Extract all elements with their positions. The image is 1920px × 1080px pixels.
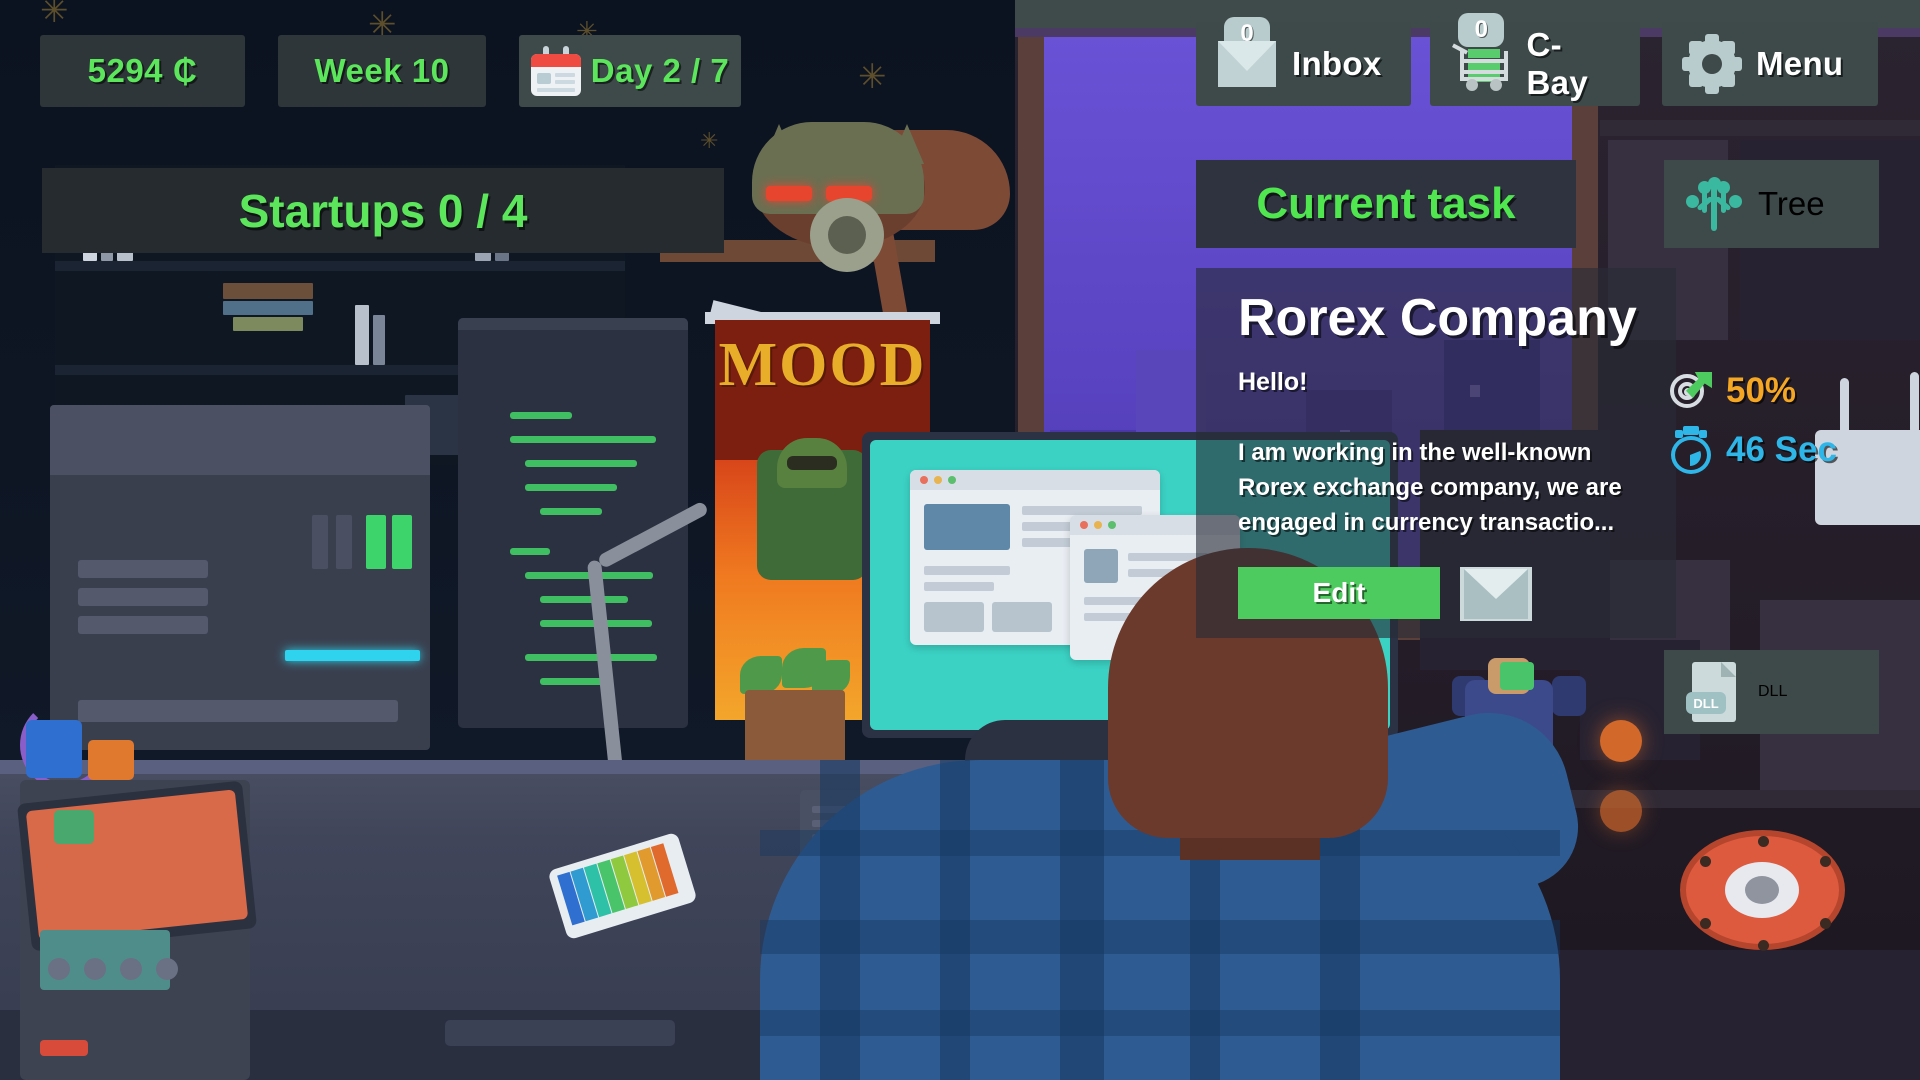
day-label: Day 2 / 7 [590, 52, 730, 89]
task-progress-stat: 50% [1668, 368, 1796, 414]
cbay-button[interactable]: 0 C-Bay [1430, 13, 1640, 106]
calendar-icon [530, 46, 581, 96]
dll-label: DLL [1758, 683, 1788, 700]
shopping-cart-icon: 0 [1451, 13, 1511, 91]
current-task-title: Current task [1256, 179, 1516, 228]
startups-label: Startups 0 / 4 [238, 184, 528, 237]
cbay-badge: 0 [1458, 13, 1505, 47]
task-progress-value: 50% [1726, 371, 1797, 410]
money-counter[interactable]: 5294 ₵ [40, 35, 245, 107]
envelope-icon: 0 [1218, 17, 1276, 87]
dll-button[interactable]: DLL DLL [1664, 650, 1879, 734]
task-time-value: 46 Sec [1726, 430, 1837, 469]
target-arrow-icon [1668, 368, 1714, 414]
week-label: Week 10 [314, 52, 450, 89]
day-counter[interactable]: Day 2 / 7 [519, 35, 741, 107]
task-description: I am working in the well-known Rorex exc… [1238, 439, 1622, 536]
dll-file-tag: DLL [1686, 692, 1726, 714]
stopwatch-icon [1668, 426, 1714, 474]
task-mail-button[interactable] [1460, 567, 1532, 621]
week-counter[interactable]: Week 10 [278, 35, 486, 107]
file-dll-icon: DLL [1686, 662, 1740, 722]
game-screen: MOOD ✳ ✳ ✳ ✳ ✳ 5294 ₵ Week 10 Day 2 / 7 … [0, 0, 1920, 1080]
startups-progress-banner: Startups 0 / 4 [42, 168, 724, 253]
tree-button[interactable]: Tree [1664, 160, 1879, 248]
inbox-button[interactable]: 0 Inbox [1196, 17, 1411, 106]
envelope-icon [1464, 569, 1528, 619]
task-greeting: Hello! [1238, 368, 1308, 396]
edit-button[interactable]: Edit [1238, 567, 1440, 619]
tree-label: Tree [1758, 185, 1825, 222]
task-company-name: Rorex Company [1238, 289, 1637, 347]
inbox-label: Inbox [1292, 45, 1382, 82]
menu-button[interactable]: Menu [1662, 22, 1878, 106]
menu-label: Menu [1756, 45, 1844, 82]
task-time-stat: 46 Sec [1668, 426, 1837, 474]
currency-symbol-icon: ₵ [173, 52, 198, 89]
skill-tree-icon [1686, 177, 1742, 231]
hud-overlay: 5294 ₵ Week 10 Day 2 / 7 Startups 0 / 4 [0, 0, 1920, 1080]
cbay-label: C-Bay [1526, 26, 1588, 101]
current-task-header: Current task [1196, 160, 1576, 248]
gear-icon [1682, 34, 1742, 94]
money-amount: 5294 [87, 52, 164, 89]
